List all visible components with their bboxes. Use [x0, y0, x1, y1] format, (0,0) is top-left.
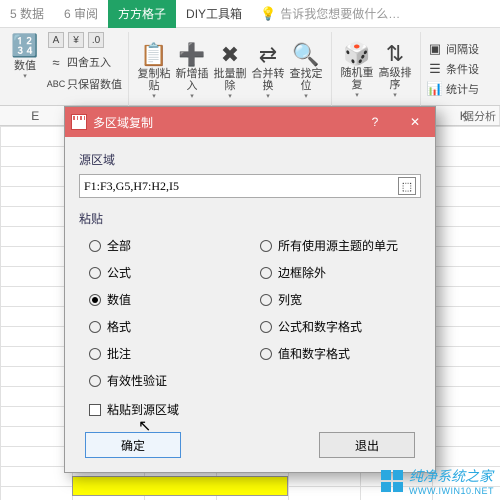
bulb-icon: 💡: [260, 6, 276, 22]
ribbon-group-settings: ▣间隔设 ☰条件设 📊统计与: [421, 32, 485, 106]
paste-label: 粘贴: [79, 210, 421, 227]
abc-icon: ABC: [48, 76, 64, 92]
radio-border[interactable]: 边框除外: [260, 264, 421, 281]
insert-icon: ➕: [178, 42, 206, 68]
radio-valid[interactable]: 有效性验证: [89, 372, 250, 389]
ribbon-group-edit: 📋复制粘贴▾ ➕新增插入▾ ✖批量删除▾ ⇄合并转换▾ 🔍查找定位▾: [129, 32, 332, 106]
radio-format[interactable]: 格式: [89, 318, 250, 335]
radio-vnum[interactable]: 值和数字格式: [260, 345, 421, 362]
chevron-down-icon: ▾: [393, 91, 397, 99]
chevron-down-icon: ▾: [190, 92, 194, 100]
round-button[interactable]: ≈四舍五入: [48, 52, 122, 72]
watermark-logo-icon: [381, 470, 403, 492]
radio-all[interactable]: 全部: [89, 237, 250, 254]
cancel-button[interactable]: 退出: [319, 432, 415, 458]
number-icon: 🔢: [11, 32, 39, 60]
ribbon-group-advanced: 🎲随机重复▾ ⇅高级排序▾: [332, 32, 421, 106]
source-range-input[interactable]: [84, 179, 398, 194]
mini-icons-row: A¥.0: [48, 32, 122, 48]
ribbon-tabs: 5 数据 6 审阅 方方格子 DIY工具箱 💡 告诉我您想要做什么…: [0, 0, 500, 28]
radio-topic[interactable]: 所有使用源主题的单元: [260, 237, 421, 254]
dice-icon: 🎲: [343, 41, 371, 67]
radio-formula[interactable]: 公式: [89, 264, 250, 281]
dialog-title: 多区域复制: [93, 114, 153, 131]
delete-icon: ✖: [216, 42, 244, 68]
chevron-down-icon: ▾: [304, 92, 308, 100]
round-icon: ≈: [48, 54, 64, 70]
radio-fnum[interactable]: 公式和数字格式: [260, 318, 421, 335]
ribbon-body: 🔢 数值 ▾ A¥.0 ≈四舍五入 ABC只保留数值 📋复制粘贴▾ ➕新增插入▾…: [0, 28, 500, 106]
tab-data[interactable]: 5 数据: [0, 0, 54, 28]
col-E[interactable]: E: [0, 106, 71, 125]
chevron-down-icon: ▾: [266, 92, 270, 100]
find-icon: 🔍: [292, 42, 320, 68]
dialog-titlebar[interactable]: 多区域复制 ? ✕: [65, 107, 435, 137]
copy-paste-button[interactable]: 📋复制粘贴▾: [135, 42, 173, 98]
source-range-box: ⬚: [79, 174, 421, 198]
ok-button[interactable]: 确定: [85, 432, 181, 458]
keepnum-button[interactable]: ABC只保留数值: [48, 74, 122, 94]
highlighted-cells[interactable]: [72, 476, 288, 496]
watermark-text: 纯净系统之家: [409, 468, 493, 484]
radio-colw[interactable]: 列宽: [260, 291, 421, 308]
paste-options: 全部 所有使用源主题的单元 公式 边框除外 数值 列宽 格式 公式和数字格式 批…: [89, 237, 421, 389]
merge-button[interactable]: ⇄合并转换▾: [249, 42, 287, 98]
cond-settings-button[interactable]: ☰条件设: [427, 59, 479, 79]
chevron-down-icon: ▾: [23, 72, 27, 80]
insert-button[interactable]: ➕新增插入▾: [173, 42, 211, 98]
sort-icon: ⇅: [381, 41, 409, 67]
tab-ffgz[interactable]: 方方格子: [108, 0, 176, 28]
stats-button[interactable]: 📊统计与: [427, 79, 479, 99]
tell-me-text: 告诉我您想要做什么…: [280, 5, 400, 22]
cond-icon: ☰: [427, 61, 443, 77]
range-picker-icon[interactable]: ⬚: [398, 177, 416, 195]
radio-comment[interactable]: 批注: [89, 345, 250, 362]
multi-copy-dialog: 多区域复制 ? ✕ 源区域 ⬚ 粘贴 全部 所有使用源主题的单元 公式 边框除外…: [64, 106, 436, 473]
close-button[interactable]: ✕: [395, 107, 435, 137]
delete-button[interactable]: ✖批量删除▾: [211, 42, 249, 98]
analysis-label[interactable]: 据分析: [463, 108, 496, 124]
chevron-down-icon: ▾: [355, 91, 359, 99]
source-label: 源区域: [79, 151, 421, 168]
clipboard-icon: 📋: [140, 42, 168, 68]
tell-me[interactable]: 💡 告诉我您想要做什么…: [260, 5, 400, 22]
ribbon-group-numeric: 🔢 数值 ▾ A¥.0 ≈四舍五入 ABC只保留数值: [0, 32, 129, 106]
sort-button[interactable]: ⇅高级排序▾: [376, 41, 414, 97]
stats-icon: 📊: [427, 81, 443, 97]
random-button[interactable]: 🎲随机重复▾: [338, 41, 376, 97]
help-button[interactable]: ?: [355, 107, 395, 137]
radio-value[interactable]: 数值: [89, 291, 250, 308]
tab-review[interactable]: 6 审阅: [54, 0, 108, 28]
tab-diy[interactable]: DIY工具箱: [176, 0, 252, 28]
paste-to-source-checkbox[interactable]: 粘贴到源区域: [89, 401, 421, 418]
dialog-icon: [71, 114, 87, 130]
watermark: 纯净系统之家 WWW.IWIN10.NET: [381, 466, 494, 496]
numeric-label: 数值: [14, 60, 36, 72]
merge-icon: ⇄: [254, 42, 282, 68]
find-button[interactable]: 🔍查找定位▾: [287, 42, 325, 98]
watermark-url: WWW.IWIN10.NET: [409, 486, 494, 496]
chevron-down-icon: ▾: [152, 92, 156, 100]
numeric-big-button[interactable]: 🔢 数值 ▾: [6, 32, 44, 88]
gap-settings-button[interactable]: ▣间隔设: [427, 39, 479, 59]
gap-icon: ▣: [427, 41, 443, 57]
chevron-down-icon: ▾: [228, 92, 232, 100]
